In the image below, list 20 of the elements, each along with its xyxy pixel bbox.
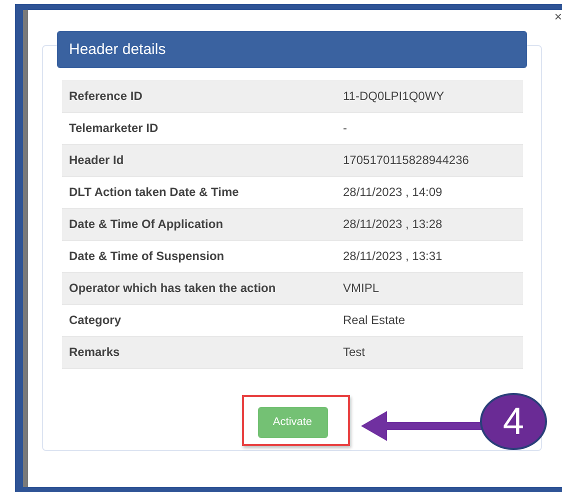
field-value: Real Estate xyxy=(336,304,523,336)
field-label: Reference ID xyxy=(62,80,336,112)
field-value: 1705170115828944236 xyxy=(336,144,523,176)
close-button[interactable]: × xyxy=(554,10,562,23)
field-value: 11-DQ0LPI1Q0WY xyxy=(336,80,523,112)
field-label: Header Id xyxy=(62,144,336,176)
field-label: Remarks xyxy=(62,336,336,368)
field-label: Operator which has taken the action xyxy=(62,272,336,304)
field-label: Category xyxy=(62,304,336,336)
field-label: Date & Time Of Application xyxy=(62,208,336,240)
field-value: Test xyxy=(336,336,523,368)
field-label: Date & Time of Suspension xyxy=(62,240,336,272)
field-value: 28/11/2023 , 14:09 xyxy=(336,176,523,208)
panel-header: Header details xyxy=(57,31,527,68)
field-value: 28/11/2023 , 13:28 xyxy=(336,208,523,240)
field-value: - xyxy=(336,112,523,144)
field-value: VMIPL xyxy=(336,272,523,304)
field-label: DLT Action taken Date & Time xyxy=(62,176,336,208)
field-value: 28/11/2023 , 13:31 xyxy=(336,240,523,272)
field-label: Telemarketer ID xyxy=(62,112,336,144)
